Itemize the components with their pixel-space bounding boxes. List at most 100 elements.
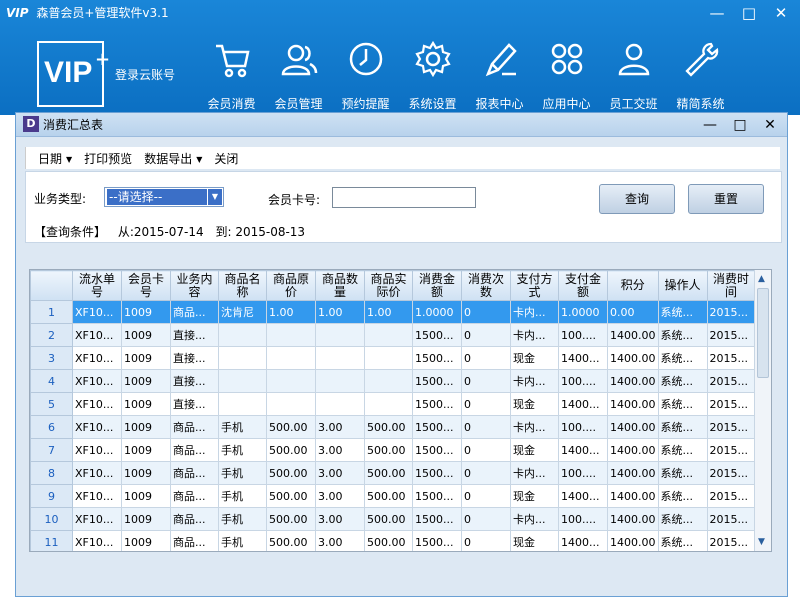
vertical-scrollbar[interactable]: ▲ ▼ xyxy=(754,270,771,551)
dialog-minimize-button[interactable]: — xyxy=(699,115,721,135)
table-cell[interactable]: 1500... xyxy=(412,415,462,439)
table-cell[interactable]: 系统... xyxy=(657,461,708,485)
table-cell[interactable] xyxy=(364,346,413,370)
table-cell[interactable]: 500.00 xyxy=(266,507,316,531)
table-cell[interactable] xyxy=(315,346,365,370)
table-cell[interactable]: 1009 xyxy=(121,323,171,347)
table-cell[interactable]: 沈肯尼 xyxy=(218,300,267,324)
table-cell[interactable]: 0 xyxy=(461,461,511,485)
scroll-down-icon[interactable]: ▼ xyxy=(758,537,765,547)
table-row[interactable]: 4 XF10... 1009 直接... 1500... 0 卡内... 100.... 140… xyxy=(30,369,756,393)
column-header[interactable]: 商品原价 xyxy=(266,270,316,301)
table-cell[interactable]: 1.00 xyxy=(364,300,413,324)
column-header[interactable]: 消费时间 xyxy=(706,270,756,301)
reset-button[interactable]: 重置 xyxy=(688,184,764,214)
table-cell[interactable]: 卡内... xyxy=(510,507,559,531)
row-number[interactable]: 4 xyxy=(30,369,73,393)
table-cell[interactable]: 3.00 xyxy=(315,530,365,551)
table-cell[interactable]: 3.00 xyxy=(315,484,365,508)
table-row[interactable]: 2 XF10... 1009 直接... 1500... 0 卡内... 100.... 140… xyxy=(30,323,756,347)
row-number[interactable]: 2 xyxy=(30,323,73,347)
table-cell[interactable]: 直接... xyxy=(170,323,219,347)
table-cell[interactable] xyxy=(266,369,316,393)
table-cell[interactable]: 系统... xyxy=(657,323,708,347)
table-cell[interactable]: 1500... xyxy=(412,369,462,393)
table-cell[interactable] xyxy=(364,369,413,393)
table-cell[interactable]: 0 xyxy=(461,484,511,508)
table-cell[interactable]: 2015... xyxy=(706,346,756,370)
table-cell[interactable]: 系统... xyxy=(657,300,708,324)
scroll-thumb[interactable] xyxy=(757,288,769,378)
table-cell[interactable]: 1009 xyxy=(121,461,171,485)
table-cell[interactable]: 1400.00 xyxy=(607,323,659,347)
column-header[interactable]: 流水单号 xyxy=(72,270,122,301)
table-cell[interactable]: 系统... xyxy=(657,438,708,462)
table-cell[interactable]: 1.00 xyxy=(315,300,365,324)
table-cell[interactable] xyxy=(315,369,365,393)
nav-appointment[interactable]: 预约提醒 xyxy=(332,40,399,112)
column-header[interactable]: 消费金额 xyxy=(412,270,462,301)
table-cell[interactable]: XF10... xyxy=(72,369,122,393)
table-cell[interactable]: 现金 xyxy=(510,484,559,508)
table-cell[interactable]: 1009 xyxy=(121,369,171,393)
table-cell[interactable]: 现金 xyxy=(510,392,559,416)
table-cell[interactable]: 1009 xyxy=(121,300,171,324)
table-cell[interactable]: 0 xyxy=(461,530,511,551)
table-cell[interactable]: 500.00 xyxy=(364,484,413,508)
search-button[interactable]: 查询 xyxy=(599,184,675,214)
row-number[interactable]: 7 xyxy=(30,438,73,462)
table-cell[interactable]: 系统... xyxy=(657,392,708,416)
scroll-up-icon[interactable]: ▲ xyxy=(758,274,765,284)
row-number[interactable]: 6 xyxy=(30,415,73,439)
table-cell[interactable]: 卡内... xyxy=(510,415,559,439)
table-cell[interactable]: 商品... xyxy=(170,438,219,462)
business-type-select[interactable]: --请选择-- ▼ xyxy=(104,187,224,207)
table-row[interactable]: 5 XF10... 1009 直接... 1500... 0 现金 1400... 1400.0… xyxy=(30,392,756,416)
table-cell[interactable]: 2015... xyxy=(706,392,756,416)
row-number[interactable]: 10 xyxy=(30,507,73,531)
table-cell[interactable]: XF10... xyxy=(72,507,122,531)
table-cell[interactable]: 直接... xyxy=(170,392,219,416)
table-cell[interactable]: 500.00 xyxy=(266,415,316,439)
table-cell[interactable]: XF10... xyxy=(72,300,122,324)
table-cell[interactable]: 手机 xyxy=(218,438,267,462)
column-header[interactable]: 业务内容 xyxy=(170,270,219,301)
table-cell[interactable]: 1400... xyxy=(558,438,608,462)
row-number[interactable]: 1 xyxy=(30,300,73,324)
table-cell[interactable] xyxy=(218,346,267,370)
table-cell[interactable] xyxy=(218,392,267,416)
table-cell[interactable]: XF10... xyxy=(72,461,122,485)
table-cell[interactable]: 1500... xyxy=(412,461,462,485)
menu-date[interactable]: 日期 ▼ xyxy=(38,150,72,167)
table-cell[interactable]: 1.0000 xyxy=(412,300,462,324)
column-header[interactable]: 消费次数 xyxy=(461,270,511,301)
table-cell[interactable]: XF10... xyxy=(72,484,122,508)
table-cell[interactable]: 1400... xyxy=(558,530,608,551)
table-cell[interactable]: 1400.00 xyxy=(607,346,659,370)
table-cell[interactable]: 0.00 xyxy=(607,300,659,324)
table-cell[interactable]: 1009 xyxy=(121,507,171,531)
table-cell[interactable]: 系统... xyxy=(657,346,708,370)
row-number[interactable]: 8 xyxy=(30,461,73,485)
nav-apps[interactable]: 应用中心 xyxy=(533,40,600,112)
table-cell[interactable]: 1500... xyxy=(412,438,462,462)
row-number[interactable]: 5 xyxy=(30,392,73,416)
table-row[interactable]: 1 XF10... 1009 商品... 沈肯尼 1.00 1.00 1.00 1.0000 0 卡… xyxy=(30,300,756,324)
table-cell[interactable]: 3.00 xyxy=(315,461,365,485)
nav-member-manage[interactable]: 会员管理 xyxy=(265,40,332,112)
table-cell[interactable]: 1400.00 xyxy=(607,507,659,531)
dialog-title-bar[interactable]: D 消费汇总表 — □ ✕ xyxy=(16,113,787,137)
table-cell[interactable]: 1400.00 xyxy=(607,461,659,485)
table-cell[interactable]: 商品... xyxy=(170,530,219,551)
table-cell[interactable]: 商品... xyxy=(170,461,219,485)
table-cell[interactable]: 系统... xyxy=(657,507,708,531)
table-cell[interactable]: 3.00 xyxy=(315,507,365,531)
table-cell[interactable]: 0 xyxy=(461,323,511,347)
dialog-close-button[interactable]: ✕ xyxy=(759,115,781,135)
table-cell[interactable]: 100.... xyxy=(558,507,608,531)
table-cell[interactable]: 系统... xyxy=(657,415,708,439)
table-cell[interactable]: 1.00 xyxy=(266,300,316,324)
table-cell[interactable]: 1400.00 xyxy=(607,484,659,508)
table-cell[interactable]: 1009 xyxy=(121,530,171,551)
table-cell[interactable] xyxy=(364,392,413,416)
